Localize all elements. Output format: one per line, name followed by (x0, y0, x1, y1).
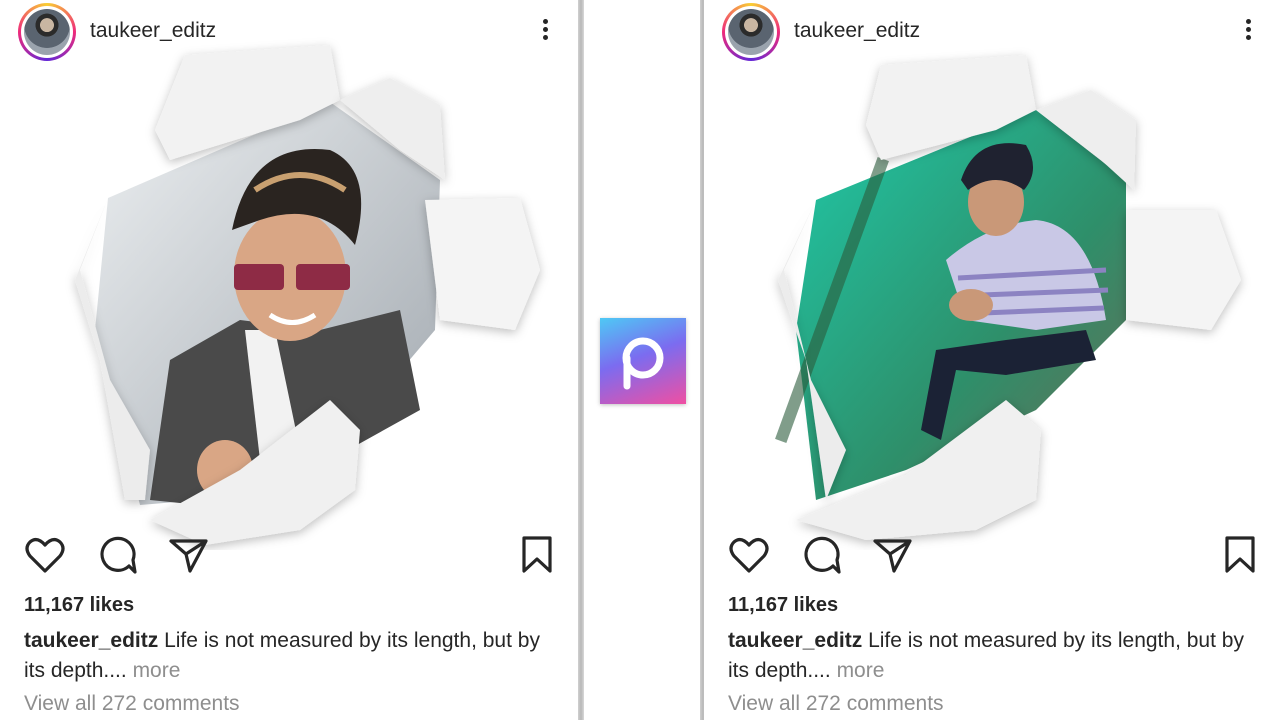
picsart-logo-icon (622, 337, 664, 390)
caption-username[interactable]: taukeer_editz (728, 629, 862, 652)
comment-icon[interactable] (800, 535, 842, 575)
send-icon[interactable] (168, 535, 210, 575)
caption: taukeer_editz Life is not measured by it… (728, 626, 1268, 686)
likes-count[interactable]: 11,167 likes (728, 594, 838, 617)
caption-more-link[interactable]: more (831, 659, 885, 682)
heart-icon[interactable] (24, 535, 66, 575)
divider-left (578, 0, 584, 720)
bookmark-icon[interactable] (516, 535, 558, 575)
view-comments-link[interactable]: View all 272 comments (24, 692, 240, 716)
caption-more-link[interactable]: more (127, 659, 181, 682)
view-comments-link[interactable]: View all 272 comments (728, 692, 944, 716)
bookmark-icon[interactable] (1219, 535, 1261, 575)
post-actions (0, 535, 580, 575)
send-icon[interactable] (872, 535, 914, 575)
post-right: taukeer_editz 11,167 likes taukeer_editz… (704, 0, 1280, 720)
post-photo (775, 55, 1241, 540)
heart-icon[interactable] (728, 535, 770, 575)
post-photo (75, 45, 540, 545)
post-left: taukeer_editz 11,167 likes taukeer_editz… (0, 0, 580, 720)
caption-username[interactable]: taukeer_editz (24, 629, 158, 652)
post-actions (704, 535, 1280, 575)
picsart-logo (600, 318, 686, 404)
likes-count[interactable]: 11,167 likes (24, 594, 134, 617)
comment-icon[interactable] (96, 535, 138, 575)
caption: taukeer_editz Life is not measured by it… (24, 626, 564, 686)
